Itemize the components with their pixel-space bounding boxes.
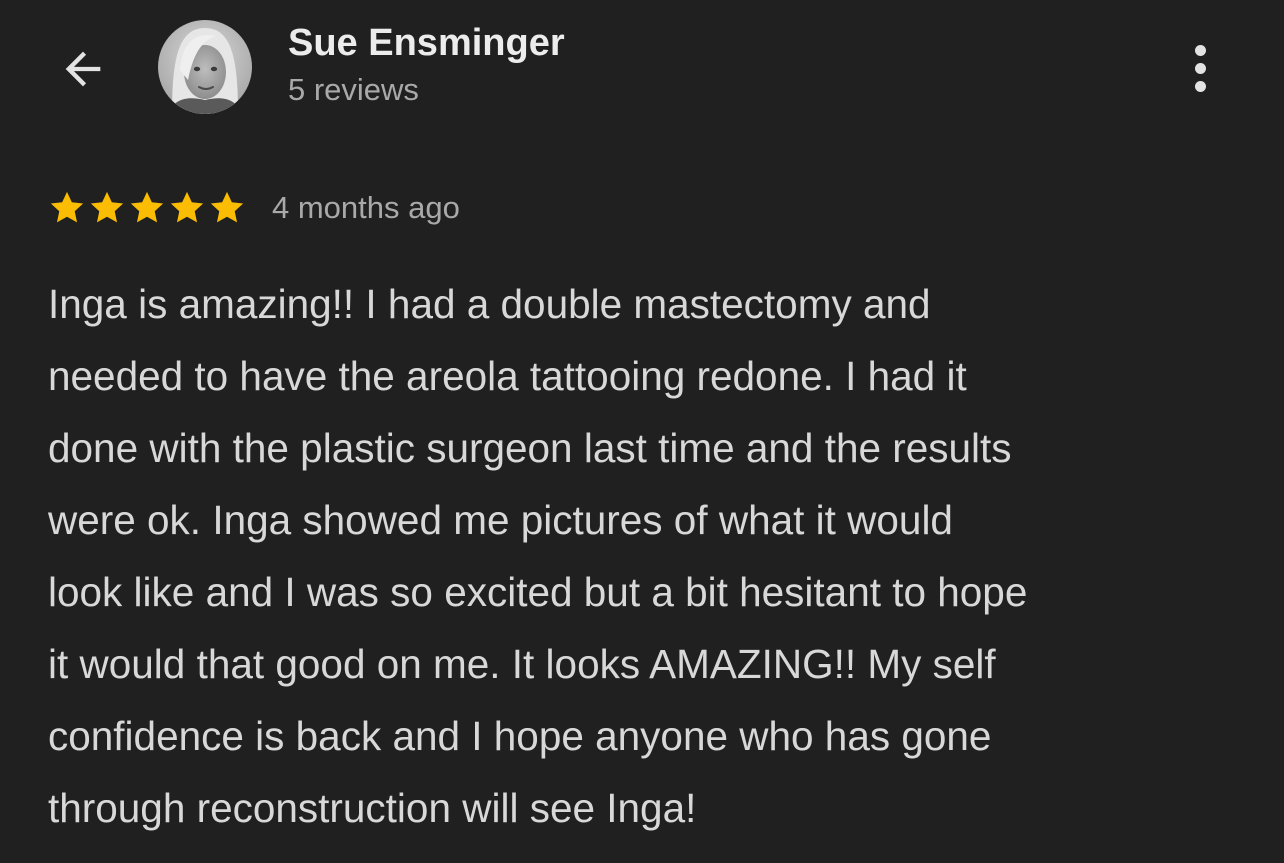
star-icon <box>168 189 206 227</box>
review-text-line: confidence is back and I hope anyone who… <box>48 713 992 759</box>
back-button[interactable] <box>54 40 112 98</box>
review-text-line: done with the plastic surgeon last time … <box>48 425 1012 471</box>
avatar[interactable] <box>158 20 252 114</box>
reviews-count: 5 reviews <box>288 72 419 107</box>
star-icon <box>48 189 86 227</box>
arrow-left-icon <box>65 51 101 87</box>
more-vertical-icon-dot <box>1194 62 1206 74</box>
review-text-line: needed to have the areola tattooing redo… <box>48 353 967 399</box>
review-text-line: it would that good on me. It looks AMAZI… <box>48 641 996 687</box>
reviewer-name[interactable]: Sue Ensminger <box>288 22 565 65</box>
more-vertical-icon-dot <box>1194 80 1206 92</box>
review-header: Sue Ensminger 5 reviews <box>0 0 1284 140</box>
review-text-line: look like and I was so excited but a bit… <box>48 569 1028 615</box>
reviewer-photo <box>158 20 252 114</box>
star-icon <box>128 189 166 227</box>
more-options-button[interactable] <box>1176 38 1224 98</box>
star-icon <box>208 189 246 227</box>
review-text-line: Inga is amazing!! I had a double mastect… <box>48 281 931 327</box>
star-rating <box>48 189 246 227</box>
rating-row: 4 months ago <box>48 186 460 230</box>
review-text-line: were ok. Inga showed me pictures of what… <box>48 497 953 543</box>
star-icon <box>88 189 126 227</box>
review-date: 4 months ago <box>272 190 460 225</box>
review-text: Inga is amazing!! I had a double mastect… <box>48 268 1248 844</box>
more-vertical-icon <box>1194 44 1206 56</box>
review-text-line: through reconstruction will see Inga! <box>48 785 697 831</box>
